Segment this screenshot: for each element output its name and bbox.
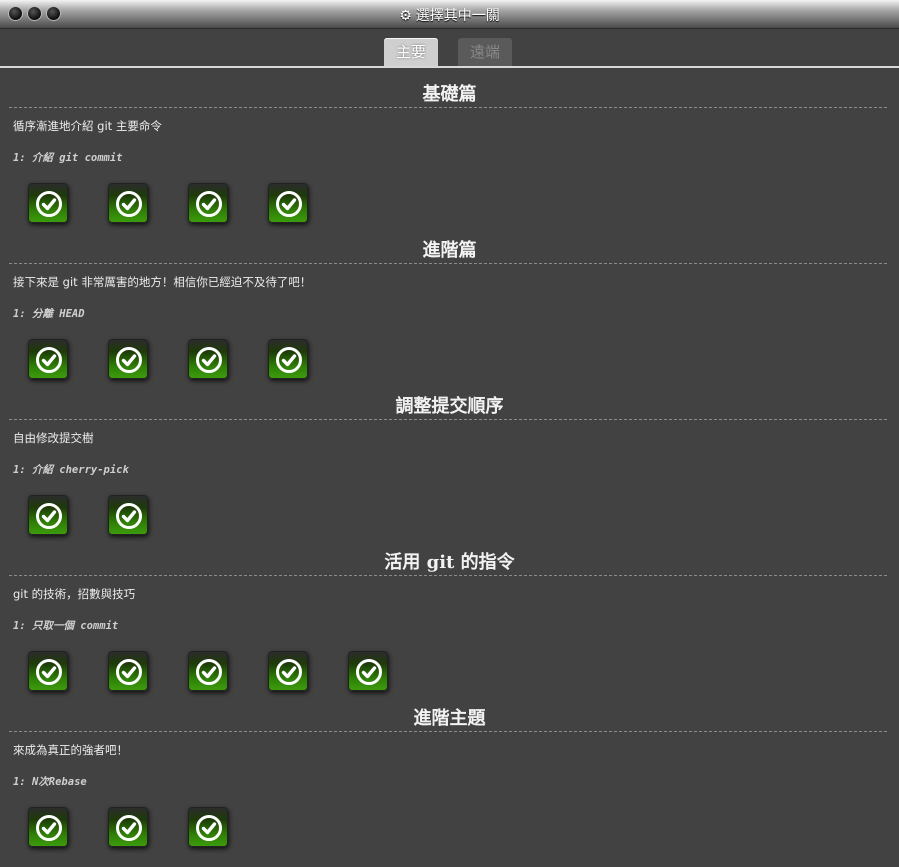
sequence-intro: 基礎篇 循序漸進地介紹 git 主要命令 1: 介紹 git commit [0, 68, 899, 224]
sequence-advanced: 進階主題 來成為真正的強者吧！ 1: N次Rebase [0, 692, 899, 848]
sequence-title: 活用 git 的指令 [384, 552, 515, 573]
level-button[interactable] [28, 339, 68, 379]
tab-bar: 主要 遠端 [0, 38, 899, 66]
gear-icon: ⚙ [399, 8, 412, 24]
level-button[interactable] [108, 807, 148, 847]
check-circle-icon [116, 191, 142, 217]
check-circle-icon [36, 503, 62, 529]
level-name: 1: 介紹 cherry-pick [13, 464, 129, 476]
sequence-mixed: 活用 git 的指令 git 的技術，招數與技巧 1: 只取一個 commit [0, 536, 899, 692]
check-circle-icon [196, 191, 222, 217]
tab-main[interactable]: 主要 [384, 38, 438, 66]
level-button[interactable] [28, 651, 68, 691]
sequence-title: 進階篇 [422, 240, 477, 261]
check-circle-icon [116, 659, 142, 685]
window-title: ⚙ 選擇其中一關 [0, 5, 899, 25]
level-button[interactable] [188, 183, 228, 223]
level-button[interactable] [28, 183, 68, 223]
level-button[interactable] [28, 807, 68, 847]
level-button[interactable] [108, 495, 148, 535]
level-button[interactable] [268, 183, 308, 223]
check-circle-icon [196, 815, 222, 841]
window-title-text: 選擇其中一關 [415, 8, 500, 24]
level-name: 1: 介紹 git commit [13, 152, 123, 164]
level-button[interactable] [188, 807, 228, 847]
sequence-about: 循序漸進地介紹 git 主要命令 [13, 119, 162, 133]
sequence-about: 來成為真正的強者吧！ [13, 743, 128, 757]
sequence-title: 基礎篇 [422, 84, 477, 105]
check-circle-icon [356, 659, 382, 685]
check-circle-icon [276, 347, 302, 373]
sequence-rampup: 進階篇 接下來是 git 非常厲害的地方！相信你已經迫不及待了吧！ 1: 分離 … [0, 224, 899, 380]
sequence-title: 調整提交順序 [395, 396, 504, 417]
check-circle-icon [36, 347, 62, 373]
sequence-move: 調整提交順序 自由修改提交樹 1: 介紹 cherry-pick [0, 380, 899, 536]
divider [9, 107, 887, 108]
divider [9, 263, 887, 264]
check-circle-icon [116, 503, 142, 529]
tab-remote[interactable]: 遠端 [458, 38, 512, 66]
level-button[interactable] [188, 651, 228, 691]
sequence-about: git 的技術，招數與技巧 [13, 587, 136, 601]
level-name: 1: N次Rebase [13, 776, 87, 788]
level-button[interactable] [28, 495, 68, 535]
sequence-about: 自由修改提交樹 [13, 431, 94, 445]
window-titlebar: ⚙ 選擇其中一關 [0, 0, 899, 29]
level-button[interactable] [108, 339, 148, 379]
level-button[interactable] [268, 339, 308, 379]
level-button[interactable] [348, 651, 388, 691]
divider [9, 419, 887, 420]
divider [9, 731, 887, 732]
check-circle-icon [116, 347, 142, 373]
check-circle-icon [116, 815, 142, 841]
check-circle-icon [36, 659, 62, 685]
level-name: 1: 只取一個 commit [13, 620, 119, 632]
check-circle-icon [196, 659, 222, 685]
sequence-about: 接下來是 git 非常厲害的地方！相信你已經迫不及待了吧！ [13, 275, 312, 289]
check-circle-icon [276, 659, 302, 685]
sequence-title: 進階主題 [413, 708, 486, 729]
level-button[interactable] [188, 339, 228, 379]
level-list: 基礎篇 循序漸進地介紹 git 主要命令 1: 介紹 git commit 進階… [0, 68, 899, 848]
check-circle-icon [36, 191, 62, 217]
level-button[interactable] [268, 651, 308, 691]
level-name: 1: 分離 HEAD [13, 308, 85, 320]
check-circle-icon [276, 191, 302, 217]
divider [9, 575, 887, 576]
check-circle-icon [36, 815, 62, 841]
check-circle-icon [196, 347, 222, 373]
level-button[interactable] [108, 651, 148, 691]
level-button[interactable] [108, 183, 148, 223]
